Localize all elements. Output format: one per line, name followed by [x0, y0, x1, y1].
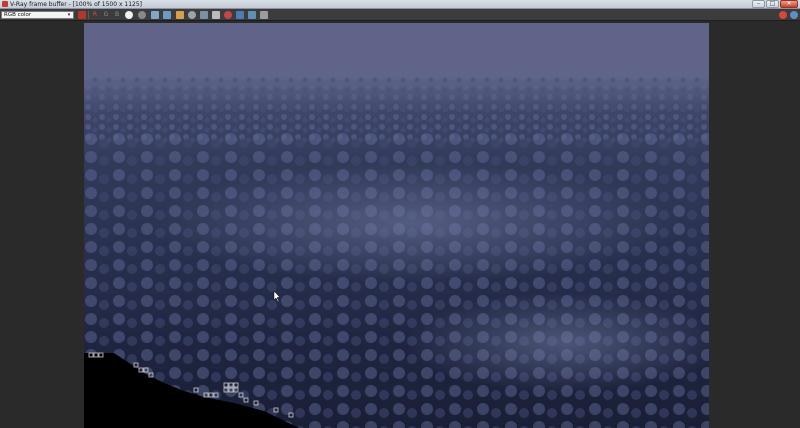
duplicate-icon[interactable] — [200, 11, 208, 19]
save-icon[interactable] — [151, 11, 159, 19]
far-terrain — [84, 73, 709, 143]
clear-image-icon[interactable] — [188, 11, 196, 19]
red-channel-button[interactable]: R — [91, 11, 99, 19]
title-bar: V-Ray frame buffer - [100% of 1500 x 112… — [0, 0, 800, 9]
lens-effects-icon[interactable] — [260, 11, 268, 19]
chevron-down-icon: ▾ — [67, 12, 71, 18]
rendered-image[interactable] — [84, 23, 709, 428]
link-inspector-icon[interactable] — [248, 11, 256, 19]
window-title: V-Ray frame buffer - [100% of 1500 x 112… — [10, 1, 143, 8]
render-svg — [84, 23, 709, 428]
save-all-icon[interactable] — [163, 11, 171, 19]
sky — [84, 23, 709, 78]
blue-channel-button[interactable]: B — [113, 11, 121, 19]
window-controls: – □ ✕ — [752, 0, 798, 9]
alpha-channel-icon[interactable] — [125, 11, 133, 19]
light-glow-2 — [404, 293, 709, 393]
close-button[interactable]: ✕ — [780, 0, 798, 8]
light-glow — [154, 163, 674, 283]
render-last-icon[interactable] — [236, 11, 244, 19]
channel-select-value: RGB color — [4, 12, 32, 18]
monochrome-icon[interactable] — [138, 11, 146, 19]
track-mouse-icon[interactable] — [212, 11, 220, 19]
green-channel-button[interactable]: G — [102, 11, 110, 19]
vfb-toolbar: RGB color ▾ R G B — [0, 9, 800, 21]
region-render-icon[interactable] — [224, 11, 232, 19]
render-icon[interactable] — [790, 11, 798, 19]
toolbar-divider — [88, 11, 89, 19]
stop-render-icon[interactable] — [779, 11, 787, 19]
save-image-icon[interactable] — [78, 11, 86, 19]
vray-app-icon — [2, 1, 8, 7]
load-icon[interactable] — [176, 11, 184, 19]
minimize-button[interactable]: – — [752, 0, 765, 8]
maximize-button[interactable]: □ — [766, 0, 779, 8]
channel-select[interactable]: RGB color ▾ — [1, 11, 74, 19]
